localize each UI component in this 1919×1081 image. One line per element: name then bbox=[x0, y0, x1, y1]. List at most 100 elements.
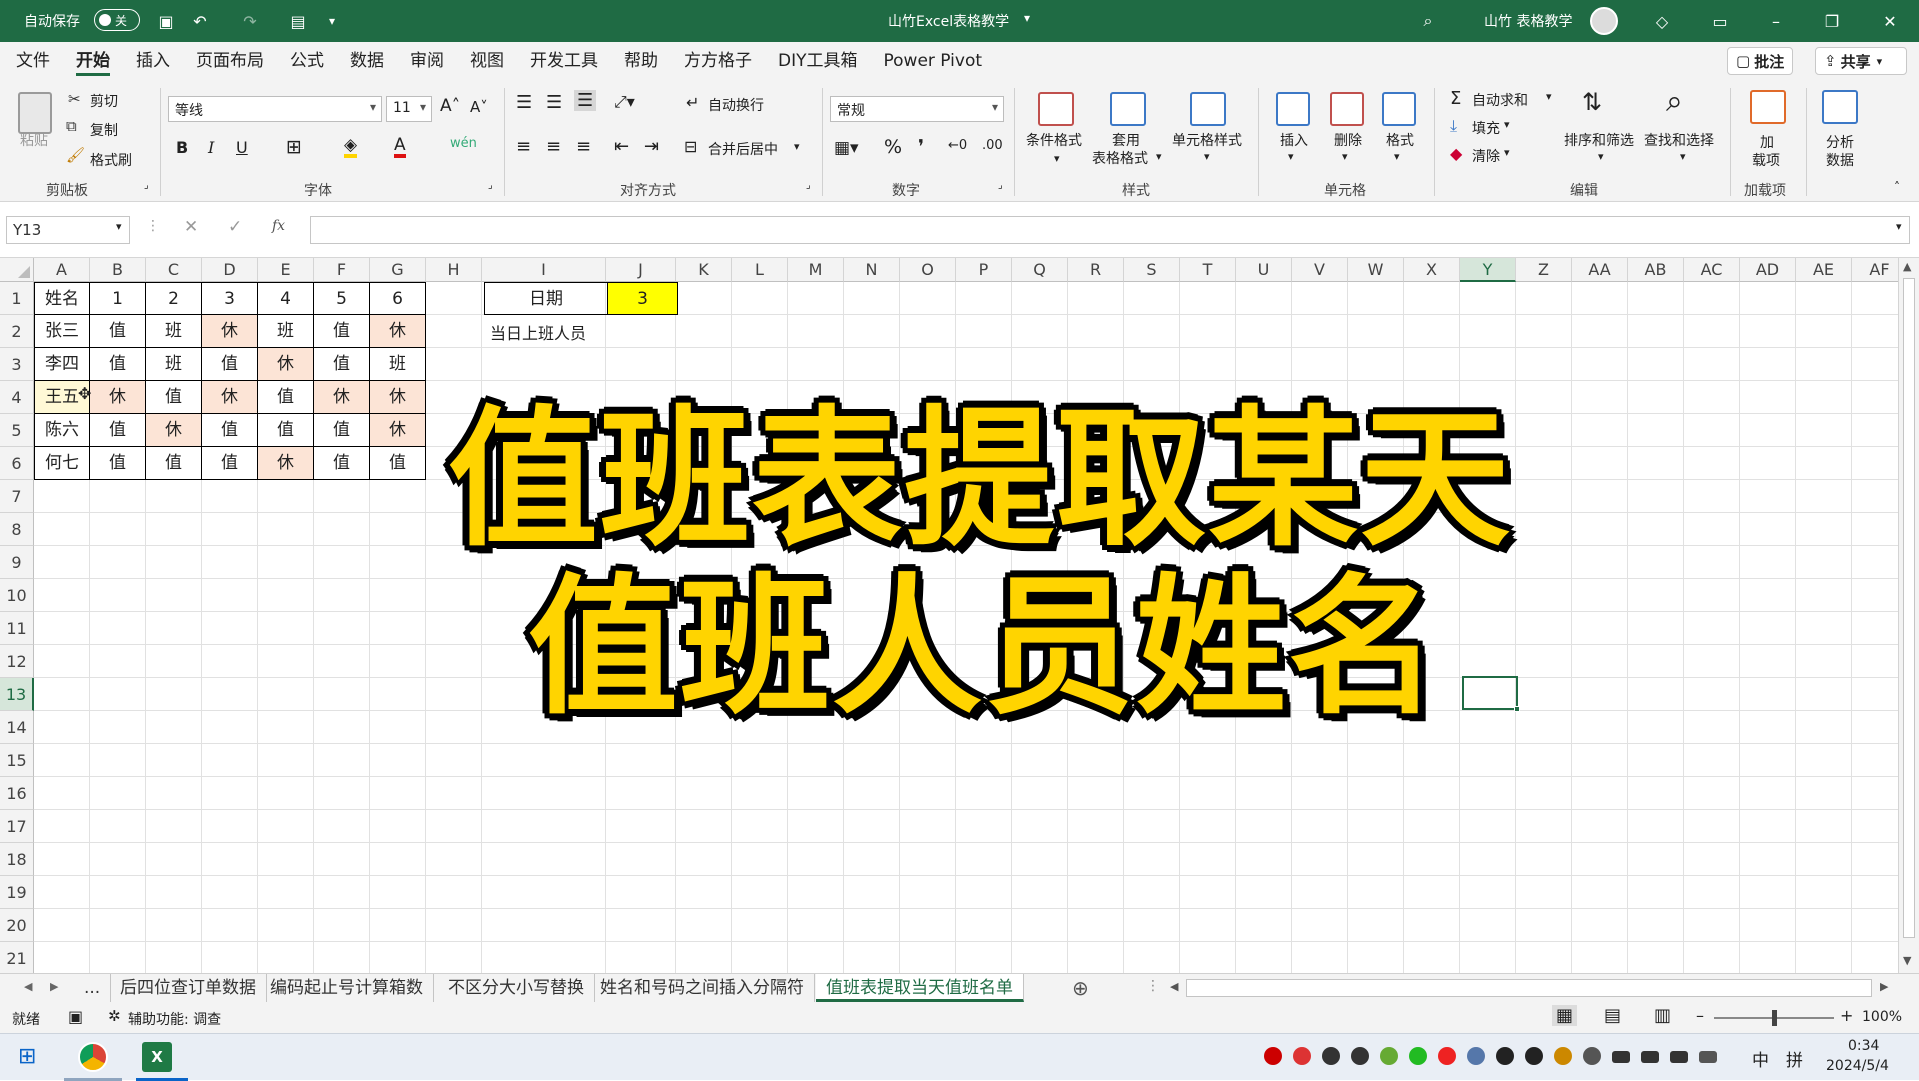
decrease-font-icon[interactable]: A˅ bbox=[470, 98, 488, 116]
ribbon-tab[interactable]: 文件 bbox=[16, 42, 50, 80]
column-header[interactable]: L bbox=[732, 258, 788, 282]
vertical-scrollbar[interactable]: ▲ ▼ bbox=[1898, 258, 1919, 973]
cut-button[interactable]: 剪切 bbox=[90, 91, 118, 111]
format-cells-icon[interactable] bbox=[1382, 92, 1416, 126]
row-header[interactable]: 19 bbox=[0, 876, 34, 909]
duty-status-cell[interactable]: 值 bbox=[146, 447, 202, 480]
name-box[interactable]: Y13 bbox=[6, 216, 130, 244]
row-header[interactable]: 20 bbox=[0, 909, 34, 942]
comma-icon[interactable]: ❜ bbox=[918, 136, 924, 158]
find-select-button[interactable]: 查找和选择 bbox=[1644, 130, 1714, 150]
nvidia-icon[interactable] bbox=[1380, 1047, 1398, 1065]
column-header[interactable]: AC bbox=[1684, 258, 1740, 282]
analyze-data-icon[interactable] bbox=[1822, 90, 1858, 124]
duty-status-cell[interactable]: 值 bbox=[202, 348, 258, 381]
column-header[interactable]: F bbox=[314, 258, 370, 282]
delete-cells-button[interactable]: 删除 bbox=[1334, 130, 1362, 150]
clear-button[interactable]: 清除 bbox=[1472, 146, 1500, 166]
ribbon-tab[interactable]: 视图 bbox=[470, 42, 504, 80]
security-icon[interactable] bbox=[1554, 1047, 1572, 1065]
fill-chevron-icon[interactable]: ▾ bbox=[1504, 118, 1510, 131]
column-header[interactable]: D bbox=[202, 258, 258, 282]
column-header[interactable]: AE bbox=[1796, 258, 1852, 282]
comments-button[interactable]: ▢ 批注 bbox=[1727, 47, 1794, 75]
hscroll-left-icon[interactable]: ◀ bbox=[1170, 980, 1178, 993]
sogou-icon[interactable] bbox=[1438, 1047, 1456, 1065]
keyboard-icon[interactable] bbox=[1699, 1051, 1717, 1063]
premium-diamond-icon[interactable]: ◇ bbox=[1650, 9, 1674, 33]
ribbon-tab[interactable]: 开发工具 bbox=[530, 42, 598, 80]
qq-icon[interactable] bbox=[1525, 1047, 1543, 1065]
paste-icon[interactable] bbox=[18, 92, 52, 134]
windows-start-icon[interactable]: ⊞ bbox=[18, 1044, 36, 1069]
font-name-select[interactable]: 等线 bbox=[168, 96, 382, 122]
font-color-icon[interactable]: A bbox=[394, 136, 406, 158]
formula-input[interactable] bbox=[310, 216, 1910, 244]
column-header[interactable]: H bbox=[426, 258, 482, 282]
row-header[interactable]: 18 bbox=[0, 843, 34, 876]
qq-icon[interactable] bbox=[1496, 1047, 1514, 1065]
cell-styles-button[interactable]: 单元格样式 bbox=[1172, 130, 1242, 150]
row-header[interactable]: 3 bbox=[0, 348, 34, 381]
conditional-format-icon[interactable] bbox=[1038, 92, 1074, 126]
fill-color-icon[interactable]: ◈ bbox=[344, 136, 358, 158]
accounting-icon[interactable]: ▦▾ bbox=[834, 138, 859, 158]
column-header[interactable]: X bbox=[1404, 258, 1460, 282]
save-icon[interactable]: ▣ bbox=[154, 9, 178, 33]
insert-cells-button[interactable]: 插入 bbox=[1280, 130, 1308, 150]
duty-status-cell[interactable]: 值 bbox=[314, 315, 370, 348]
row-header[interactable]: 15 bbox=[0, 744, 34, 777]
scroll-down-icon[interactable]: ▼ bbox=[1903, 954, 1911, 967]
active-cell-selection[interactable] bbox=[1462, 676, 1518, 710]
duty-status-cell[interactable]: 班 bbox=[258, 315, 314, 348]
autosum-chevron-icon[interactable]: ▾ bbox=[1546, 90, 1552, 103]
battery-icon[interactable] bbox=[1670, 1051, 1688, 1063]
user-name[interactable]: 山竹 表格教学 bbox=[1484, 11, 1572, 31]
column-header[interactable]: U bbox=[1236, 258, 1292, 282]
row-header[interactable]: 14 bbox=[0, 711, 34, 744]
duty-status-cell[interactable]: 值 bbox=[314, 348, 370, 381]
format-as-table-icon[interactable] bbox=[1110, 92, 1146, 126]
number-launcher-icon[interactable]: ⌟ bbox=[998, 180, 1003, 191]
print-preview-icon[interactable]: ▤ bbox=[286, 9, 310, 33]
align-right-icon[interactable]: ≡ bbox=[576, 136, 591, 157]
column-header[interactable]: S bbox=[1124, 258, 1180, 282]
column-header[interactable]: G bbox=[370, 258, 426, 282]
duty-status-cell[interactable]: 休 bbox=[258, 447, 314, 480]
display-icon[interactable] bbox=[1467, 1047, 1485, 1065]
column-header[interactable]: R bbox=[1068, 258, 1124, 282]
copy-button[interactable]: 复制 bbox=[90, 120, 118, 140]
tab-splitter-icon[interactable]: ⋮ bbox=[1146, 978, 1160, 994]
microphone-icon[interactable] bbox=[1322, 1047, 1340, 1065]
clipboard-launcher-icon[interactable]: ⌟ bbox=[144, 180, 149, 191]
column-header[interactable]: M bbox=[788, 258, 844, 282]
column-header[interactable]: E bbox=[258, 258, 314, 282]
day-header-cell[interactable]: 1 bbox=[90, 282, 146, 315]
duty-status-cell[interactable]: 休 bbox=[370, 381, 426, 414]
sheet-tab[interactable]: 编码起止号计算箱数 bbox=[260, 974, 434, 1002]
column-header[interactable]: Z bbox=[1516, 258, 1572, 282]
row-header[interactable]: 2 bbox=[0, 315, 34, 348]
day-header-cell[interactable]: 2 bbox=[146, 282, 202, 315]
accessibility-status[interactable]: 辅助功能: 调查 bbox=[128, 1009, 221, 1029]
staff-name-cell[interactable]: 李四 bbox=[34, 348, 90, 381]
duty-status-cell[interactable]: 值 bbox=[90, 315, 146, 348]
column-header[interactable]: I bbox=[482, 258, 606, 282]
conditional-format-button[interactable]: 条件格式 bbox=[1026, 130, 1082, 150]
align-bottom-icon[interactable]: ☰ bbox=[574, 90, 597, 111]
find-select-icon[interactable]: ⌕ bbox=[1666, 84, 1683, 119]
zoom-slider-thumb[interactable] bbox=[1772, 1010, 1777, 1026]
duty-status-cell[interactable]: 休 bbox=[202, 315, 258, 348]
avatar[interactable] bbox=[1590, 7, 1618, 35]
name-header-cell[interactable]: 姓名 bbox=[34, 282, 90, 315]
bold-button[interactable]: B bbox=[176, 138, 188, 157]
record-icon[interactable] bbox=[1264, 1047, 1282, 1065]
wrap-text-button[interactable]: 自动换行 bbox=[708, 95, 764, 115]
column-header[interactable]: K bbox=[676, 258, 732, 282]
autosum-button[interactable]: 自动求和 bbox=[1472, 90, 1528, 110]
enter-icon[interactable]: ✓ bbox=[228, 217, 242, 237]
row-header[interactable]: 8 bbox=[0, 513, 34, 546]
duty-status-cell[interactable]: 值 bbox=[90, 414, 146, 447]
column-header[interactable]: P bbox=[956, 258, 1012, 282]
column-header[interactable]: O bbox=[900, 258, 956, 282]
